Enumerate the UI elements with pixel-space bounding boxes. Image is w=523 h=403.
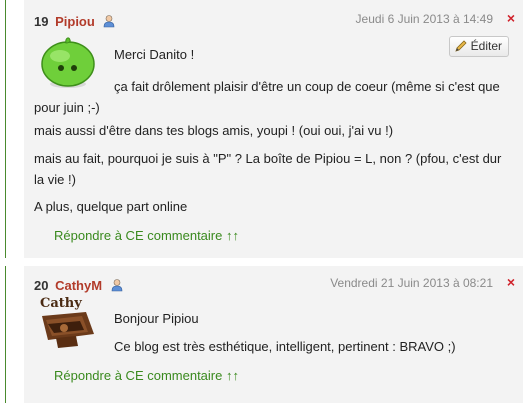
- comment-header: 19 Pipiou: [34, 14, 116, 29]
- comment-paragraph: mais au fait, pourquoi je suis à "P" ? L…: [34, 151, 502, 187]
- comment-paragraph: Ce blog est très esthétique, intelligent…: [114, 339, 456, 354]
- comment-number: 19: [34, 14, 49, 29]
- comment-19: 19 Pipiou Jeudi 6 Juin 2013 à 14:49 × Éd…: [24, 0, 523, 258]
- reply-link[interactable]: Répondre à CE commentaire ↑↑: [54, 368, 239, 383]
- comment-date: Vendredi 21 Juin 2013 à 08:21: [330, 276, 493, 290]
- comment-paragraph: Merci Danito !: [114, 47, 195, 62]
- thread-left-rule: [5, 0, 6, 403]
- comment-separator: [0, 258, 523, 266]
- comment-paragraph: Bonjour Pipiou: [114, 311, 199, 326]
- comment-paragraph: ça fait drôlement plaisir d'être un coup…: [34, 79, 500, 115]
- comment-date: Jeudi 6 Juin 2013 à 14:49: [355, 12, 493, 26]
- comment-header: 20 CathyM: [34, 278, 124, 293]
- pencil-icon: [455, 40, 467, 52]
- user-icon: [102, 14, 116, 28]
- avatar-caption: Cathy: [40, 296, 82, 311]
- comment-number: 20: [34, 278, 49, 293]
- comment-author-link[interactable]: CathyM: [55, 278, 102, 293]
- comment-paragraph: mais aussi d'être dans tes blogs amis, y…: [34, 123, 394, 138]
- comment-20: 20 CathyM Vendredi 21 Juin 2013 à 08:21 …: [24, 266, 523, 403]
- edit-button-label: Éditer: [470, 39, 502, 53]
- reply-link[interactable]: Répondre à CE commentaire ↑↑: [54, 228, 239, 243]
- comment-paragraph: A plus, quelque part online: [34, 199, 188, 214]
- user-icon: [110, 278, 124, 292]
- comment-author-link[interactable]: Pipiou: [55, 14, 95, 29]
- avatar-cathym: Cathy: [40, 296, 94, 348]
- delete-icon[interactable]: ×: [507, 274, 515, 290]
- delete-icon[interactable]: ×: [507, 10, 515, 26]
- edit-button[interactable]: Éditer: [448, 36, 509, 57]
